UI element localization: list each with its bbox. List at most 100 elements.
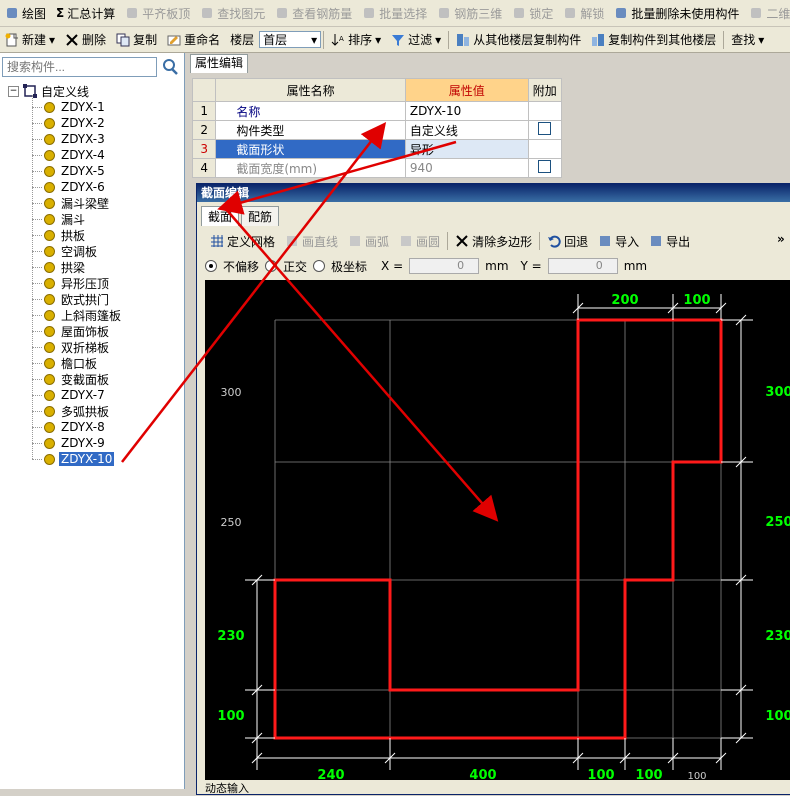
component-icon: [44, 341, 55, 353]
tree-item[interactable]: ZDYX-9: [32, 435, 107, 451]
extra-checkbox[interactable]: [538, 160, 552, 173]
tree-line: [32, 107, 42, 108]
property-row[interactable]: 4 截面宽度(mm) 940: [191, 158, 563, 178]
x-input[interactable]: 0: [409, 258, 480, 274]
tree-item[interactable]: 拱梁: [32, 259, 87, 275]
col-value-header: 属性值: [404, 78, 529, 102]
view-rebar-button[interactable]: 查看钢筋量: [270, 2, 357, 24]
property-val-cell[interactable]: 自定义线: [404, 120, 529, 140]
component-icon: [44, 101, 55, 113]
tree-item[interactable]: 屋面饰板: [32, 323, 111, 339]
tree-item[interactable]: ZDYX-6: [32, 179, 107, 195]
export-button[interactable]: 导出: [644, 230, 695, 252]
tree-item[interactable]: ZDYX-1: [32, 99, 107, 115]
property-name-cell: 构件类型: [215, 120, 406, 140]
undo-icon: [547, 234, 561, 248]
define-grid-button[interactable]: 定义网格: [205, 230, 280, 252]
tab-rebar[interactable]: 配筋: [241, 206, 280, 226]
tree-item[interactable]: ZDYX-4: [32, 147, 107, 163]
tree-line: [32, 395, 42, 396]
undo-button[interactable]: 回退: [542, 230, 593, 252]
dim-label-left: 300: [221, 386, 242, 399]
section-canvas[interactable]: 200 100 240 400 100 100 100 300 250 230 100 300 250 2…: [205, 280, 790, 780]
draw-arc-button[interactable]: 画弧: [343, 230, 394, 252]
component-icon: [44, 213, 55, 225]
property-name-cell: 截面宽度(mm): [215, 158, 406, 178]
tree-item[interactable]: ZDYX-2: [32, 115, 107, 131]
tree-item[interactable]: 漏斗: [32, 211, 87, 227]
tree-item[interactable]: 漏斗梁壁: [32, 195, 111, 211]
unlock-button[interactable]: 解锁: [558, 2, 609, 24]
unlock-icon: [563, 6, 577, 20]
tree-item[interactable]: ZDYX-8: [32, 419, 107, 435]
import-button[interactable]: 导入: [593, 230, 644, 252]
component-icon: [44, 165, 55, 177]
tree-item[interactable]: 上斜雨篷板: [32, 307, 123, 323]
draw-button[interactable]: 绘图: [0, 2, 51, 24]
draw-line-button[interactable]: 画直线: [280, 230, 343, 252]
rebar-3d-button[interactable]: 钢筋三维: [432, 2, 507, 24]
copy-to-floor-button[interactable]: 复制构件到其他楼层: [586, 29, 721, 51]
radio-ortho[interactable]: [265, 260, 278, 272]
lock-button[interactable]: 锁定: [507, 2, 558, 24]
collapse-icon[interactable]: −: [8, 85, 19, 97]
filter-button[interactable]: 过滤 ▾: [386, 29, 446, 51]
tree-item[interactable]: ZDYX-3: [32, 131, 107, 147]
draw-circle-button[interactable]: 画圆: [394, 230, 445, 252]
tab-property-edit[interactable]: 属性编辑: [190, 54, 249, 73]
tree-item[interactable]: ZDYX-10: [32, 451, 115, 467]
search-button[interactable]: [160, 57, 180, 77]
rename-button[interactable]: 重命名: [162, 29, 225, 51]
property-row[interactable]: 1 名称 ZDYX-10: [191, 101, 563, 121]
extra-checkbox[interactable]: [538, 122, 552, 135]
tree-item[interactable]: 欧式拱门: [32, 291, 111, 307]
dim-label-left: 100: [217, 709, 244, 724]
property-val-cell[interactable]: 940: [404, 158, 529, 178]
tree-item[interactable]: ZDYX-5: [32, 163, 107, 179]
delete-button[interactable]: 删除: [60, 29, 111, 51]
tree-item[interactable]: 空调板: [32, 243, 99, 259]
tree-item[interactable]: 檐口板: [32, 355, 99, 371]
property-val-cell[interactable]: ZDYX-10: [404, 101, 529, 121]
tree-item[interactable]: 拱板: [32, 227, 87, 243]
component-icon: [44, 133, 55, 145]
tree-root[interactable]: − 自定义线: [8, 83, 89, 99]
property-name-cell: 名称: [215, 101, 406, 121]
align-slab-top-button[interactable]: 平齐板顶: [120, 2, 195, 24]
tree-line: [32, 251, 42, 252]
tree-item[interactable]: 双折梯板: [32, 339, 111, 355]
tree-item[interactable]: ZDYX-7: [32, 387, 107, 403]
tree-item[interactable]: 变截面板: [32, 371, 111, 387]
more-tools-icon[interactable]: »: [777, 232, 785, 246]
radio-no-offset[interactable]: [205, 260, 217, 272]
search-input[interactable]: [2, 57, 157, 77]
tree-item[interactable]: 异形压顶: [32, 275, 111, 291]
batch-select-button[interactable]: 批量选择: [357, 2, 432, 24]
batch-delete-unused-button[interactable]: 批量删除未使用构件: [609, 2, 744, 24]
2d-button[interactable]: 二维: [744, 2, 790, 24]
batch-delete-unused-icon: [614, 6, 628, 20]
new-button[interactable]: 新建 ▾: [0, 29, 60, 51]
find-button[interactable]: 查找 ▾: [726, 29, 769, 51]
draw-icon: [5, 6, 19, 20]
separator: [447, 232, 449, 250]
tree-item[interactable]: 多弧拱板: [32, 403, 111, 419]
sum-calc-button[interactable]: Σ 汇总计算: [51, 2, 120, 24]
radio-polar[interactable]: [313, 260, 326, 272]
tab-section[interactable]: 截面: [201, 206, 240, 226]
y-input[interactable]: 0: [547, 258, 618, 274]
find-element-button[interactable]: 查找图元: [195, 2, 270, 24]
clear-polygon-icon: [455, 234, 469, 248]
property-row[interactable]: 2 构件类型 自定义线: [191, 120, 563, 140]
copy-from-floor-button[interactable]: 从其他楼层复制构件: [451, 29, 586, 51]
property-rownum-cell: 4: [191, 158, 217, 178]
floor-select[interactable]: 首层 ▾: [259, 31, 322, 48]
copy-button[interactable]: 复制: [111, 29, 162, 51]
rebar-3d-icon: [437, 6, 451, 20]
clear-polygon-button[interactable]: 清除多边形: [450, 230, 537, 252]
property-val-cell[interactable]: 异形: [404, 139, 529, 159]
sort-button[interactable]: A 排序 ▾: [326, 29, 386, 51]
property-row[interactable]: 3 截面形状 异形: [191, 139, 563, 159]
component-icon: [44, 373, 55, 385]
dim-label-bottom: 100: [635, 768, 662, 780]
